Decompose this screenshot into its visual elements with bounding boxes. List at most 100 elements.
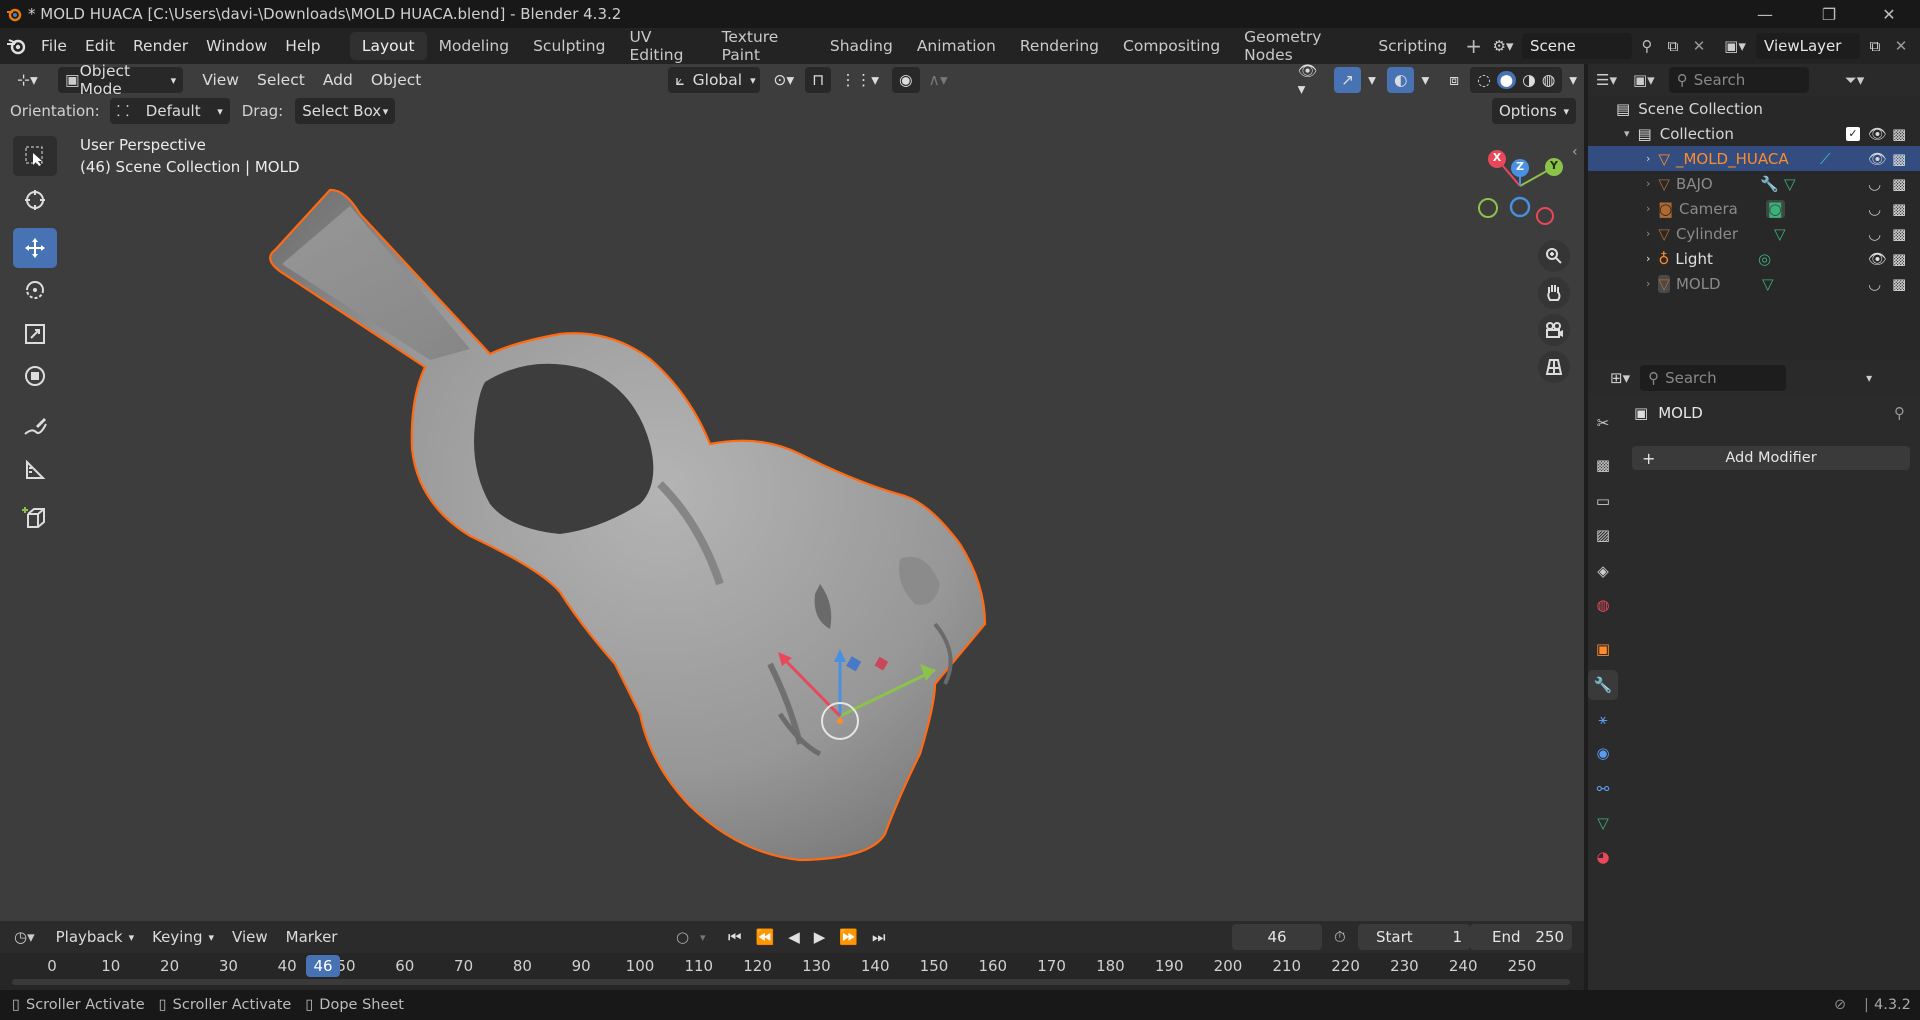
- scene-browse-icon[interactable]: ⚙▾: [1488, 37, 1518, 55]
- blender-menu-icon[interactable]: [0, 37, 32, 55]
- tab-render-icon[interactable]: ▩: [1588, 450, 1618, 480]
- tab-scripting[interactable]: Scripting: [1366, 32, 1459, 60]
- outliner-scene-collection[interactable]: ▤ Scene Collection: [1588, 96, 1920, 121]
- mesh-data-icon[interactable]: ▽: [1762, 275, 1774, 293]
- pin-icon[interactable]: ⚲: [1894, 404, 1905, 422]
- tab-layout[interactable]: Layout: [349, 32, 427, 60]
- add-workspace-icon[interactable]: +: [1459, 34, 1488, 58]
- menu-add[interactable]: Add: [316, 67, 360, 93]
- start-frame-field[interactable]: Start 1: [1358, 924, 1470, 950]
- falloff-icon[interactable]: ∧▾: [922, 67, 955, 93]
- expand-arrow-icon[interactable]: ›: [1646, 252, 1650, 265]
- properties-editor-type-icon[interactable]: ⊞▾: [1610, 369, 1630, 387]
- modifier-icon[interactable]: ⟋: [1820, 150, 1831, 168]
- camera-render-icon[interactable]: ▩: [1892, 275, 1906, 293]
- tab-modeling[interactable]: Modeling: [427, 32, 522, 60]
- maximize-icon[interactable]: ❐: [1804, 0, 1854, 28]
- outliner-item-mold[interactable]: › ▽ MOLD ▽ ◡ ▩: [1588, 271, 1920, 296]
- new-scene-icon[interactable]: ⧉: [1662, 37, 1684, 55]
- camera-render-icon[interactable]: ▩: [1892, 175, 1906, 193]
- menu-view[interactable]: View: [195, 67, 246, 93]
- view-layer-browse-icon[interactable]: ▣▾: [1718, 37, 1752, 55]
- overlay-toggle-icon[interactable]: ◐: [1386, 67, 1415, 93]
- expand-arrow-icon[interactable]: ▾: [1624, 127, 1630, 140]
- camera-render-icon[interactable]: ▩: [1892, 150, 1906, 168]
- timeline-scrollbar[interactable]: [12, 979, 1570, 985]
- tab-material-icon[interactable]: ◕: [1588, 842, 1618, 872]
- tab-view-layer-icon[interactable]: ▨: [1588, 520, 1618, 550]
- xray-toggle-icon[interactable]: ⧈: [1442, 67, 1466, 93]
- menu-help[interactable]: Help: [276, 32, 329, 60]
- expand-arrow-icon[interactable]: ›: [1646, 277, 1650, 290]
- tab-physics-icon[interactable]: ◉: [1588, 738, 1618, 768]
- display-mode-icon[interactable]: ▣▾: [1633, 71, 1655, 89]
- expand-arrow-icon[interactable]: ›: [1646, 202, 1650, 215]
- expand-arrow-icon[interactable]: ›: [1646, 227, 1650, 240]
- wireframe-shading-icon[interactable]: ◌: [1477, 71, 1491, 89]
- menu-playback[interactable]: Playback ▾: [49, 924, 141, 950]
- tab-scene-icon[interactable]: ◈: [1588, 556, 1618, 586]
- camera-render-icon[interactable]: ▩: [1892, 200, 1906, 218]
- menu-edit[interactable]: Edit: [76, 32, 124, 60]
- shading-modes[interactable]: ◌ ● ◑ ◍: [1470, 67, 1563, 93]
- tab-geometry-nodes[interactable]: Geometry Nodes: [1232, 28, 1366, 64]
- snap-target-icon[interactable]: ⋮⋮▾: [833, 67, 886, 93]
- editor-type-icon[interactable]: ⊹▾: [10, 67, 50, 93]
- current-frame-field[interactable]: 46: [1232, 924, 1322, 950]
- tab-texture-paint[interactable]: Texture Paint: [710, 28, 818, 64]
- 3d-viewport[interactable]: X Y Z User Perspective (46) Scene Collec…: [0, 64, 1584, 921]
- outliner-item-bajo[interactable]: › ▽ BAJO 🔧 ▽ ◡ ▩: [1588, 171, 1920, 196]
- mesh-data-icon[interactable]: ▽: [1784, 175, 1796, 193]
- playhead-frame-indicator[interactable]: 46: [306, 955, 340, 977]
- rotate-tool[interactable]: [13, 270, 57, 310]
- end-frame-field[interactable]: End 250: [1470, 924, 1572, 950]
- mold-huaca-mesh[interactable]: [269, 188, 987, 862]
- outliner-item-camera[interactable]: › ◙ Camera ◙ ◡ ▩: [1588, 196, 1920, 221]
- tab-animation[interactable]: Animation: [905, 32, 1008, 60]
- chevron-down-icon[interactable]: ▾: [700, 931, 706, 944]
- mode-dropdown[interactable]: ▣ Object Mode ▾: [57, 62, 184, 98]
- menu-window[interactable]: Window: [197, 32, 276, 60]
- wrench-icon[interactable]: 🔧: [1760, 175, 1779, 193]
- prev-keyframe-icon[interactable]: ⏪: [756, 928, 775, 946]
- outliner-editor-type-icon[interactable]: ☰▾: [1596, 71, 1617, 89]
- outliner-collection[interactable]: ▾ ▤ Collection ✓ 👁 ▩: [1588, 121, 1920, 146]
- next-keyframe-icon[interactable]: ⏩: [839, 928, 858, 946]
- snap-toggle-icon[interactable]: ⊓: [805, 67, 832, 93]
- tab-particles-icon[interactable]: ⚹: [1588, 704, 1618, 734]
- camera-view-icon[interactable]: [1538, 314, 1570, 346]
- visibility-filter-icon[interactable]: 👁▾: [1291, 62, 1330, 98]
- orientation-dropdown[interactable]: ⸬ Default ▾: [109, 98, 230, 124]
- menu-marker[interactable]: Marker: [279, 924, 345, 950]
- timeline-editor-type-icon[interactable]: ◷▾: [14, 928, 35, 946]
- select-box-tool[interactable]: [13, 136, 57, 176]
- tab-rendering[interactable]: Rendering: [1008, 32, 1111, 60]
- transform-tool[interactable]: [13, 356, 57, 396]
- tab-data-icon[interactable]: ▽: [1588, 808, 1618, 838]
- move-tool[interactable]: [13, 228, 57, 268]
- tab-world-icon[interactable]: ◍: [1588, 590, 1618, 620]
- tab-modifiers-wrench-icon[interactable]: 🔧: [1588, 670, 1618, 700]
- play-icon[interactable]: ▶: [814, 928, 826, 946]
- outliner-item-cylinder[interactable]: › ▽ Cylinder ▽ ◡ ▩: [1588, 221, 1920, 246]
- camera-data-icon[interactable]: ◙: [1766, 199, 1785, 218]
- tab-sculpting[interactable]: Sculpting: [521, 32, 617, 60]
- shading-dropdown-icon[interactable]: ▾: [1562, 67, 1584, 93]
- zoom-icon[interactable]: [1538, 240, 1570, 272]
- jump-start-icon[interactable]: ⏮: [728, 928, 742, 946]
- cursor-tool[interactable]: [13, 180, 57, 220]
- rendered-shading-icon[interactable]: ◍: [1542, 71, 1556, 89]
- outliner-item-mold-huaca[interactable]: › ▽ _MOLD_HUACA ⟋ 👁 ▩: [1588, 146, 1920, 171]
- tab-shading[interactable]: Shading: [818, 32, 905, 60]
- tab-constraints-icon[interactable]: ⚯: [1588, 774, 1618, 804]
- filter-icon[interactable]: ⏷▾: [1845, 71, 1865, 89]
- pan-hand-icon[interactable]: [1538, 277, 1570, 309]
- scale-tool[interactable]: [13, 314, 57, 354]
- tab-uv-editing[interactable]: UV Editing: [617, 28, 709, 64]
- menu-object[interactable]: Object: [364, 67, 428, 93]
- tab-object-icon[interactable]: ▣: [1588, 634, 1618, 664]
- minimize-icon[interactable]: —: [1740, 0, 1790, 28]
- expand-arrow-icon[interactable]: ›: [1646, 177, 1650, 190]
- menu-render[interactable]: Render: [124, 32, 197, 60]
- outliner-search-input[interactable]: ⚲ Search: [1668, 67, 1809, 93]
